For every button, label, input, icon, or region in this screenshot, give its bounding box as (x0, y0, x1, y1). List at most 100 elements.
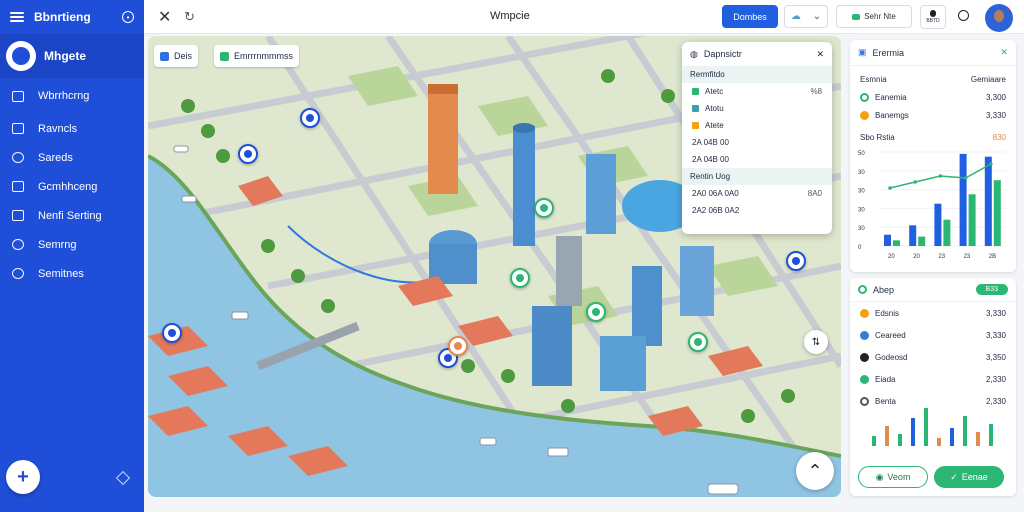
table-row[interactable]: Eanemia 3,300 (850, 88, 1016, 106)
layer-row[interactable]: Atotu (682, 100, 832, 117)
y-tick-label: 30 (858, 226, 865, 232)
layer-row[interactable]: 2A0 06A 0A0 8A0 (682, 185, 832, 202)
chart-title: Sbo Rstia (860, 132, 895, 142)
sidebar-item-label: Semitnes (38, 267, 84, 280)
close-icon[interactable]: ✕ (158, 7, 174, 27)
primary-button[interactable]: Dombes (722, 5, 778, 28)
apply-button-label: Eenae (961, 472, 988, 482)
card-title: Erermia (872, 47, 905, 58)
avatar[interactable] (985, 4, 1013, 32)
list-item[interactable]: Ceareed 3,330 (850, 324, 1016, 346)
add-button[interactable]: + (6, 460, 40, 494)
scroll-up-button[interactable]: ⌃ (796, 452, 834, 490)
sidebar-item-0[interactable]: Wbrrhcrng (0, 78, 144, 114)
sidebar: Bbnrtieng • Mhgete Wbrrhcrng Ravncls Sar… (0, 0, 144, 512)
map-marker[interactable] (448, 336, 468, 356)
sidebar-item-1[interactable]: Ravncls (0, 114, 144, 143)
tab-map[interactable]: Deis (154, 45, 199, 67)
map-marker[interactable] (238, 144, 258, 164)
item-icon (860, 374, 869, 384)
close-icon[interactable]: ✕ (816, 49, 824, 60)
top-bar: ✕ ↻ Wmpcie Dombes ☁ ⌄ Sehr Nte BBTD (144, 0, 1024, 34)
sidebar-item-3[interactable]: Gcmhhceng (0, 172, 144, 201)
layer-label: 2A0 06A 0A0 (692, 189, 739, 198)
bar (984, 156, 992, 246)
diamond-icon[interactable] (115, 470, 131, 486)
sidebar-item-label: Ravncls (38, 122, 78, 135)
refresh-icon[interactable]: ↻ (184, 9, 195, 25)
chart-badge: 830 (992, 132, 1006, 142)
status-icon (858, 285, 867, 294)
view-button[interactable]: ◉ Veom (858, 466, 928, 488)
bar (893, 240, 900, 246)
mini-bar-chart (872, 408, 993, 446)
bar (909, 225, 917, 246)
sidebar-item-2[interactable]: Sareds (0, 143, 144, 172)
layers-icon (220, 51, 229, 61)
sidebar-item-6[interactable]: Semitnes (0, 259, 144, 288)
map-marker[interactable] (510, 268, 530, 288)
layer-row[interactable]: Atetc %8 (682, 83, 832, 100)
swatch (692, 105, 699, 112)
sidebar-user[interactable]: Mhgete (0, 34, 144, 78)
layer-value: %8 (810, 87, 822, 96)
table-row[interactable]: Banemgs 3,330 (850, 106, 1016, 124)
avatar-face (994, 10, 1004, 22)
item-label: Edsnis (875, 308, 900, 318)
cloud-dropdown[interactable]: ☁ ⌄ (784, 5, 828, 28)
compass-button[interactable]: ⇅ (804, 330, 828, 354)
layer-label: 2A2 06B 0A2 (692, 206, 740, 215)
gauge-icon (12, 239, 24, 250)
card-header: ▣ Erermia ✕ (850, 40, 1016, 66)
status-icon (860, 92, 869, 102)
layer-row[interactable]: 2A2 06B 0A2 (682, 202, 832, 219)
column-label: Esmnia (860, 74, 887, 84)
user-icon (930, 10, 936, 17)
layer-row[interactable]: 2A 04B 00 (682, 134, 832, 151)
notification-dot (1007, 4, 1013, 10)
settings-icon[interactable]: • (122, 11, 134, 23)
map-marker[interactable] (534, 198, 554, 218)
map-marker[interactable] (586, 302, 606, 322)
mini-bar (937, 438, 941, 446)
swatch (692, 122, 699, 129)
y-tick-label: 30 (858, 170, 865, 176)
tab-label: Deis (174, 51, 193, 61)
y-tick-label: 50 (858, 151, 865, 157)
item-icon (860, 308, 869, 318)
bar-chart: 50 30 30 30 30 0 20 20 23 23 2B (858, 151, 1006, 260)
menu-icon[interactable] (10, 12, 24, 22)
map-marker[interactable] (300, 108, 320, 128)
tab-environment[interactable]: Emrrrnmmmss (214, 45, 299, 67)
mini-bar (989, 424, 993, 446)
sidebar-item-5[interactable]: Semrng (0, 230, 144, 259)
mini-bar (885, 426, 889, 446)
sidebar-item-label: Sareds (38, 151, 73, 164)
search-icon[interactable] (958, 10, 969, 21)
layer-label: 2A 04B 00 (692, 138, 729, 147)
view-button-label: Veom (887, 472, 911, 482)
city-map[interactable]: Deis Emrrrnmmmss ⇅ ⌃ ◍ Dapnsictr ✕ Rermf… (148, 36, 841, 497)
item-value: 2,330 (985, 374, 1006, 384)
layer-row[interactable]: 2A 04B 00 (682, 151, 832, 168)
close-icon[interactable]: ✕ (1000, 47, 1008, 58)
layer-row[interactable]: Atete (682, 117, 832, 134)
y-tick-label: 30 (858, 189, 865, 195)
map-marker[interactable] (786, 251, 806, 271)
globe-icon (12, 152, 24, 163)
bar (934, 203, 942, 246)
user-chip[interactable]: BBTD (920, 5, 946, 29)
layer-label: Atetc (705, 87, 724, 96)
status-button[interactable]: Sehr Nte (836, 5, 912, 28)
list-item[interactable]: Godeosd 3,350 (850, 346, 1016, 368)
list-item[interactable]: Eiada 2,330 (850, 368, 1016, 390)
apply-button[interactable]: ✓ Eenae (934, 466, 1004, 488)
map-marker[interactable] (162, 323, 182, 343)
status-icon (860, 110, 869, 120)
list-item[interactable]: Edsnis 3,330 (850, 302, 1016, 324)
row-value: 3,330 (985, 110, 1006, 120)
map-marker[interactable] (688, 332, 708, 352)
sidebar-item-4[interactable]: Nenfi Serting (0, 201, 144, 230)
x-tick-label: 2B (989, 254, 996, 260)
app-title: Bbnrtieng (34, 10, 91, 24)
